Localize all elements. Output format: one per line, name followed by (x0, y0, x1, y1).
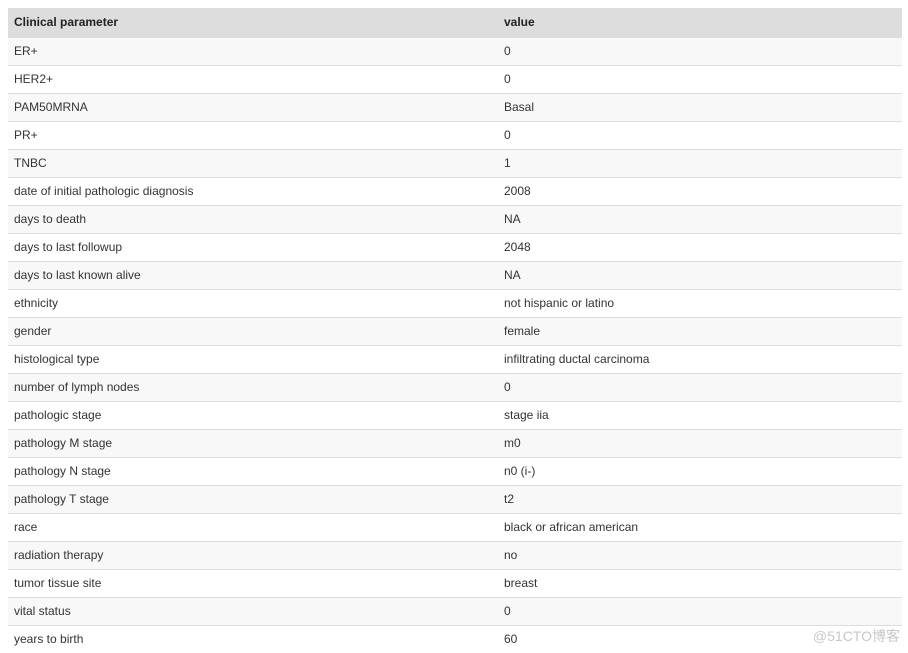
value-cell: 0 (498, 37, 902, 66)
value-cell: 0 (498, 65, 902, 94)
table-row: pathology M stage m0 (8, 429, 902, 458)
table-row: tumor tissue site breast (8, 569, 902, 598)
value-cell: 0 (498, 597, 902, 626)
table-row: ER+ 0 (8, 37, 902, 66)
value-cell: black or african american (498, 513, 902, 542)
parameter-cell: days to death (8, 205, 498, 234)
value-cell: no (498, 541, 902, 570)
table-row: vital status 0 (8, 597, 902, 626)
header-value: value (498, 8, 902, 38)
value-cell: female (498, 317, 902, 346)
parameter-cell: histological type (8, 345, 498, 374)
parameter-cell: vital status (8, 597, 498, 626)
parameter-cell: days to last known alive (8, 261, 498, 290)
table-row: ethnicity not hispanic or latino (8, 289, 902, 318)
table-row: days to last followup 2048 (8, 233, 902, 262)
table-row: pathology T stage t2 (8, 485, 902, 514)
parameter-cell: pathology T stage (8, 485, 498, 514)
value-cell: Basal (498, 93, 902, 122)
parameter-cell: number of lymph nodes (8, 373, 498, 402)
table-body: ER+ 0 HER2+ 0 PAM50MRNA Basal PR+ 0 TNBC 1 date of… (8, 37, 902, 653)
table-row: years to birth 60 (8, 625, 902, 653)
table-row: PAM50MRNA Basal (8, 93, 902, 122)
parameter-cell: days to last followup (8, 233, 498, 262)
parameter-cell: ER+ (8, 37, 498, 66)
table-row: number of lymph nodes 0 (8, 373, 902, 402)
value-cell: not hispanic or latino (498, 289, 902, 318)
value-cell: t2 (498, 485, 902, 514)
parameter-cell: PAM50MRNA (8, 93, 498, 122)
table-row: gender female (8, 317, 902, 346)
parameter-cell: years to birth (8, 625, 498, 653)
value-cell: NA (498, 205, 902, 234)
table-row: pathologic stage stage iia (8, 401, 902, 430)
table-row: radiation therapy no (8, 541, 902, 570)
value-cell: m0 (498, 429, 902, 458)
value-cell: 0 (498, 121, 902, 150)
parameter-cell: tumor tissue site (8, 569, 498, 598)
value-cell: 2048 (498, 233, 902, 262)
parameter-cell: pathology M stage (8, 429, 498, 458)
watermark: @51CTO博客 (812, 628, 900, 644)
table-row: race black or african american (8, 513, 902, 542)
table-row: TNBC 1 (8, 149, 902, 178)
value-cell: n0 (i-) (498, 457, 902, 486)
parameter-cell: TNBC (8, 149, 498, 178)
value-cell: 1 (498, 149, 902, 178)
table-row: pathology N stage n0 (i-) (8, 457, 902, 486)
parameter-cell: date of initial pathologic diagnosis (8, 177, 498, 206)
table-row: days to death NA (8, 205, 902, 234)
parameter-cell: pathologic stage (8, 401, 498, 430)
table-row: date of initial pathologic diagnosis 2008 (8, 177, 902, 206)
parameter-cell: pathology N stage (8, 457, 498, 486)
parameter-cell: PR+ (8, 121, 498, 150)
value-cell: 0 (498, 373, 902, 402)
header-clinical-parameter: Clinical parameter (8, 8, 498, 38)
value-cell: stage iia (498, 401, 902, 430)
value-cell: infiltrating ductal carcinoma (498, 345, 902, 374)
value-cell: 2008 (498, 177, 902, 206)
value-cell: breast (498, 569, 902, 598)
parameter-cell: ethnicity (8, 289, 498, 318)
parameter-cell: HER2+ (8, 65, 498, 94)
table-row: days to last known alive NA (8, 261, 902, 290)
table-row: histological type infiltrating ductal car… (8, 345, 902, 374)
parameter-cell: race (8, 513, 498, 542)
table-row: HER2+ 0 (8, 65, 902, 94)
parameter-cell: radiation therapy (8, 541, 498, 570)
value-cell: NA (498, 261, 902, 290)
clinical-parameters-table: Clinical parameter value ER+ 0 HER2+ 0 PAM50… (8, 8, 902, 653)
table-row: PR+ 0 (8, 121, 902, 150)
table-header-row: Clinical parameter value (8, 8, 902, 38)
parameter-cell: gender (8, 317, 498, 346)
